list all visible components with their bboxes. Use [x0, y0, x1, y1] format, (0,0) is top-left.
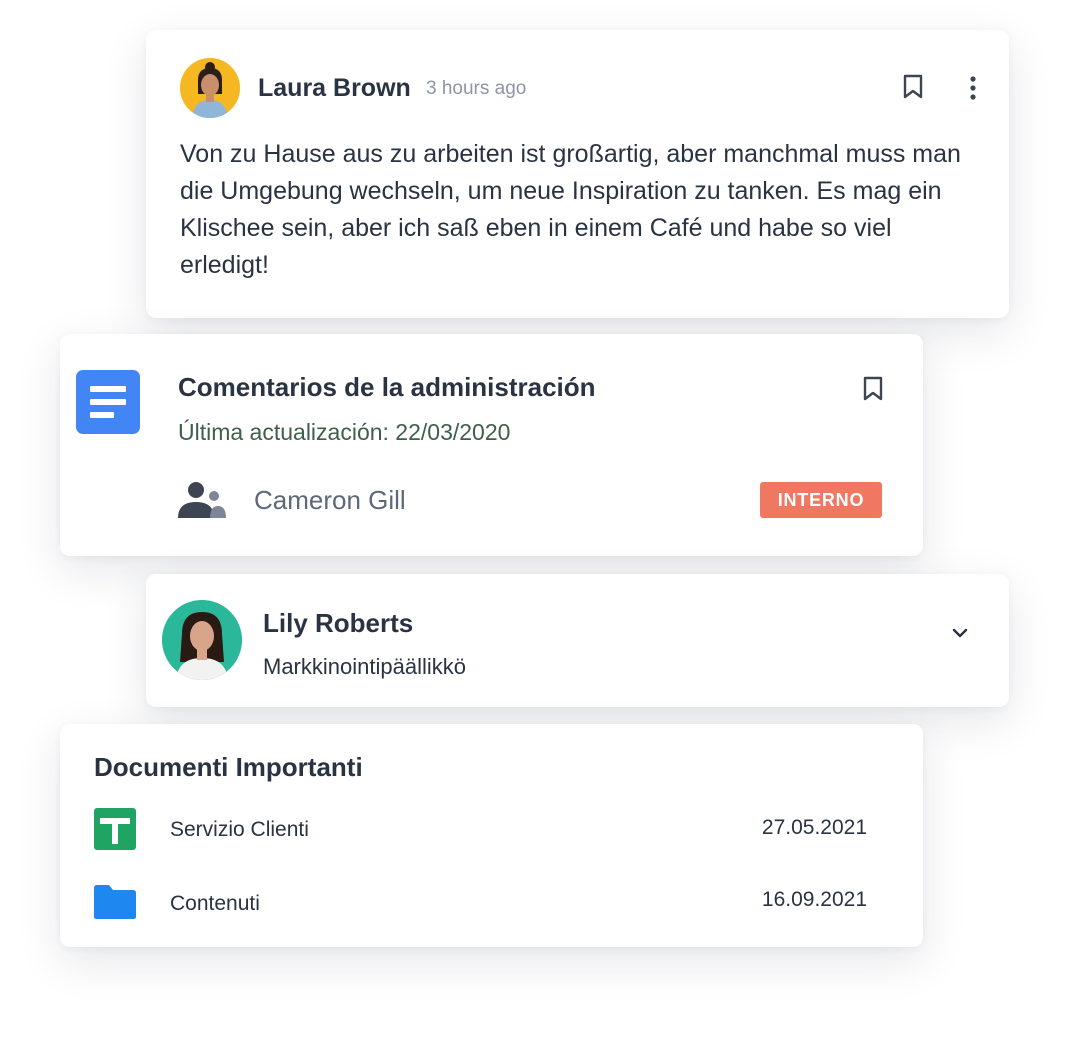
post-card: Laura Brown 3 hours ago Von zu Hause aus…: [146, 30, 1009, 318]
spreadsheet-icon: [94, 808, 136, 855]
person-name[interactable]: Lily Roberts: [263, 608, 413, 639]
list-item[interactable]: Contenuti 16.09.2021: [60, 874, 923, 934]
author-avatar[interactable]: [180, 58, 240, 118]
file-date: 16.09.2021: [761, 888, 867, 911]
bookmark-icon[interactable]: [862, 376, 884, 407]
file-date: 27.05.2021: [761, 816, 867, 839]
list-item[interactable]: Servizio Clienti 27.05.2021: [60, 800, 923, 860]
status-badge: INTERNO: [760, 482, 882, 518]
folder-icon: [94, 884, 136, 925]
post-timestamp: 3 hours ago: [426, 78, 527, 99]
author-name[interactable]: Laura Brown: [258, 74, 411, 103]
file-name: Servizio Clienti: [170, 818, 309, 841]
person-role: Markkinointipäällikkö: [263, 654, 466, 679]
document-icon: [76, 370, 140, 434]
document-card[interactable]: Comentarios de la administración Última …: [60, 334, 923, 556]
person-card[interactable]: Lily Roberts Markkinointipäällikkö: [146, 574, 1009, 707]
document-owner: Cameron Gill: [254, 485, 406, 515]
file-name: Contenuti: [170, 892, 260, 915]
documents-heading: Documenti Importanti: [94, 752, 363, 782]
chevron-down-icon[interactable]: [950, 626, 970, 645]
people-icon: [176, 480, 228, 525]
more-vertical-icon[interactable]: [968, 76, 978, 105]
bookmark-icon[interactable]: [902, 74, 924, 105]
post-body: Von zu Hause aus zu arbeiten ist großart…: [180, 140, 961, 279]
person-avatar: [162, 600, 242, 680]
document-title[interactable]: Comentarios de la administración: [178, 372, 596, 403]
documents-card: Documenti Importanti Servizio Clienti 27…: [60, 724, 923, 947]
document-updated: Última actualización: 22/03/2020: [178, 419, 511, 445]
